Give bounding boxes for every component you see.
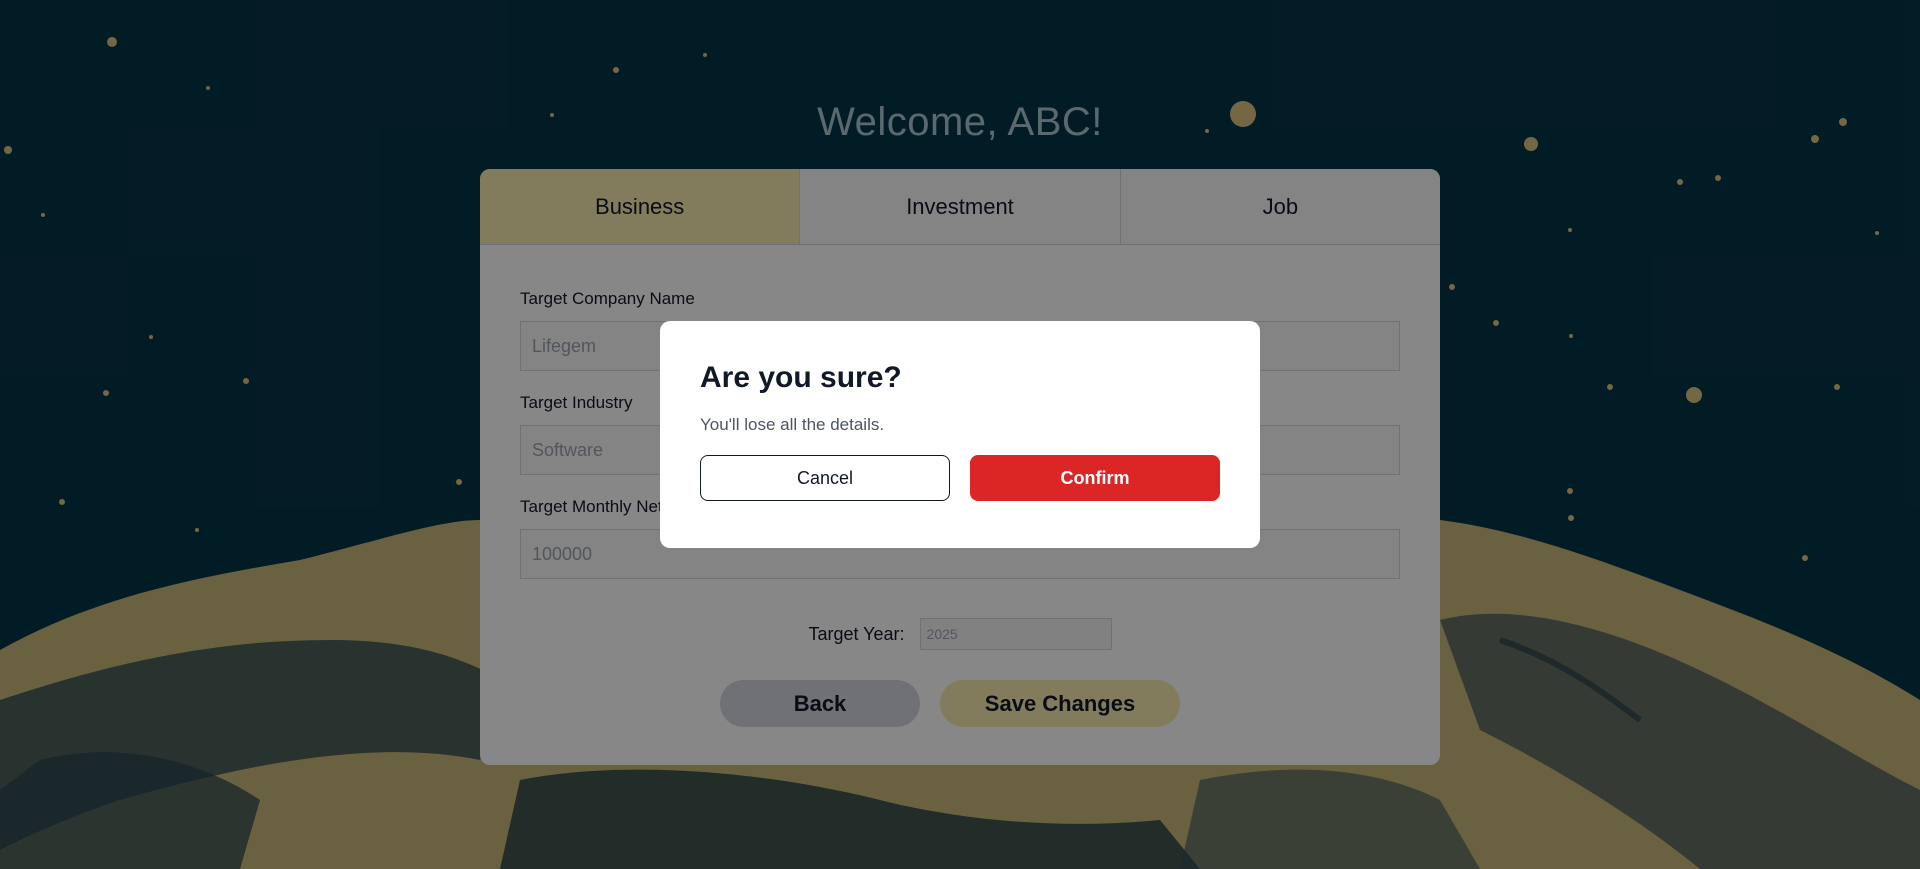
confirm-dialog: Are you sure? You'll lose all the detail…: [660, 321, 1260, 548]
cancel-button[interactable]: Cancel: [700, 455, 950, 501]
confirm-button[interactable]: Confirm: [970, 455, 1220, 501]
dialog-message: You'll lose all the details.: [700, 415, 885, 434]
dialog-title: Are you sure?: [700, 361, 902, 394]
dialog-actions: Cancel Confirm: [700, 455, 1220, 501]
app-screen: Welcome, ABC! Business Investment Job Ta…: [0, 0, 1920, 869]
